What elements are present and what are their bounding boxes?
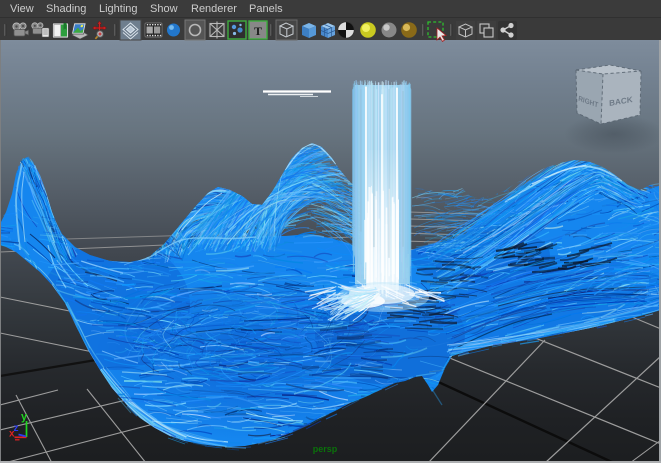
svg-text:persp: persp xyxy=(313,444,338,454)
svg-text:y: y xyxy=(21,411,28,423)
svg-text:z: z xyxy=(14,423,19,434)
svg-text:T: T xyxy=(254,24,262,38)
